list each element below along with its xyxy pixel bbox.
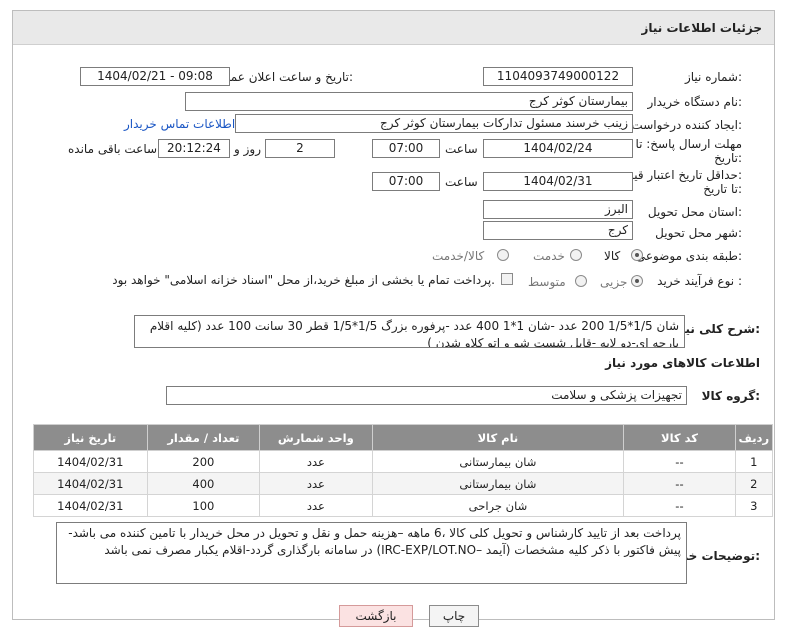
- cell-unit: عدد: [259, 494, 373, 517]
- buyer-org-field: بیمارستان کوثر کرج: [185, 92, 633, 111]
- purchase-type-option-medium: متوسط: [528, 275, 566, 289]
- table-row: 1 -- شان بیمارستانی عدد 200 1404/02/31: [33, 450, 774, 473]
- send-deadline-time-field: 07:00: [372, 139, 440, 158]
- province-field: البرز: [483, 200, 633, 219]
- days-remaining-field: 2: [265, 139, 335, 158]
- panel-title: جزئیات اطلاعات نیاز: [641, 21, 762, 35]
- treasury-note: پرداخت تمام یا بخشی از مبلغ خرید،از محل …: [112, 273, 495, 287]
- col-qty: تعداد / مقدار: [146, 424, 261, 451]
- col-unit: واحد شمارش: [259, 424, 373, 451]
- table-header-row: ردیف کد کالا نام کالا واحد شمارش تعداد /…: [33, 424, 774, 451]
- requester-label: ایجاد کننده درخواست:: [631, 118, 742, 132]
- need-number-field: 1104093749000122: [483, 67, 633, 86]
- price-validity-label-2: تا تاریخ:: [703, 182, 742, 196]
- cell-qty: 400: [146, 472, 261, 495]
- price-validity-time-label: ساعت: [445, 175, 478, 189]
- purchase-type-option-minor: جزیی: [600, 275, 628, 289]
- price-validity-date-field: 1404/02/31: [483, 172, 633, 191]
- announce-datetime-field: 1404/02/21 - 09:08: [80, 67, 230, 86]
- category-option-goods: کالا: [604, 249, 621, 263]
- cell-name: شان جراحی: [371, 494, 625, 517]
- send-deadline-label-2: تاریخ:: [714, 151, 742, 165]
- purchase-type-radio-minor[interactable]: [631, 275, 643, 287]
- cell-qty: 200: [146, 450, 261, 473]
- panel-header: جزئیات اطلاعات نیاز: [13, 11, 774, 45]
- buyer-notes-text: پرداخت بعد از تایید کارشناس و تحویل کلی …: [56, 522, 687, 584]
- time-remaining-field: 20:12:24: [158, 139, 230, 158]
- buyer-org-label: نام دستگاه خریدار:: [647, 95, 743, 109]
- table-row: 2 -- شان بیمارستانی عدد 400 1404/02/31: [33, 472, 774, 495]
- col-date: تاریخ نیاز: [33, 424, 148, 451]
- cell-code: --: [623, 450, 736, 473]
- category-option-goods-service: کالا/خدمت: [432, 249, 485, 263]
- send-deadline-time-label: ساعت: [445, 142, 478, 156]
- cell-name: شان بیمارستانی: [371, 450, 625, 473]
- purchase-type-radio-medium[interactable]: [575, 275, 587, 287]
- goods-group-label: گروه کالا:: [701, 389, 760, 403]
- goods-info-title: اطلاعات کالاهای مورد نیاز: [605, 356, 760, 370]
- cell-row: 2: [734, 472, 774, 495]
- description-text: شان 1/5*1/5 200 عدد -شان 1*1 400 عدد -پر…: [134, 315, 685, 348]
- cell-date: 1404/02/31: [33, 494, 148, 517]
- city-field: کرج: [483, 221, 633, 240]
- need-number-label: شماره نیاز:: [684, 70, 742, 84]
- city-label: شهر محل تحویل:: [655, 226, 742, 240]
- price-validity-time-field: 07:00: [372, 172, 440, 191]
- cell-date: 1404/02/31: [33, 450, 148, 473]
- treasury-checkbox[interactable]: [501, 273, 513, 285]
- back-button[interactable]: بازگشت: [339, 605, 413, 627]
- cell-row: 1: [734, 450, 774, 473]
- category-radio-service[interactable]: [570, 249, 582, 261]
- category-label: طبقه بندی موضوعی:: [635, 249, 742, 263]
- purchase-type-label: نوع فرآیند خرید :: [657, 274, 742, 288]
- cell-code: --: [623, 472, 736, 495]
- time-remaining-label: ساعت باقی مانده: [68, 142, 158, 156]
- cell-code: --: [623, 494, 736, 517]
- goods-group-field: تجهیزات پزشکی و سلامت: [166, 386, 687, 405]
- category-radio-goods-service[interactable]: [497, 249, 509, 261]
- province-label: استان محل تحویل:: [647, 205, 742, 219]
- cell-qty: 100: [146, 494, 261, 517]
- description-label: شرح کلی نیاز:: [674, 322, 760, 336]
- goods-table: ردیف کد کالا نام کالا واحد شمارش تعداد /…: [33, 424, 774, 517]
- col-code: کد کالا: [623, 424, 736, 451]
- requester-field: زینب خرسند مسئول تداركات بيمارستان كوثر …: [235, 114, 633, 133]
- table-row: 3 -- شان جراحی عدد 100 1404/02/31: [33, 494, 774, 517]
- col-row: ردیف: [734, 424, 774, 451]
- category-radio-goods[interactable]: [631, 249, 643, 261]
- cell-unit: عدد: [259, 472, 373, 495]
- cell-unit: عدد: [259, 450, 373, 473]
- col-name: نام کالا: [371, 424, 625, 451]
- cell-row: 3: [734, 494, 774, 517]
- send-deadline-label: مهلت ارسال پاسخ: تا: [635, 137, 742, 151]
- days-label: روز و: [234, 142, 261, 156]
- cell-date: 1404/02/31: [33, 472, 148, 495]
- price-validity-label: حداقل تاریخ اعتبار قیمت:: [615, 168, 742, 182]
- send-deadline-date-field: 1404/02/24: [483, 139, 633, 158]
- category-option-service: خدمت: [533, 249, 565, 263]
- buyer-contact-link[interactable]: اطلاعات تماس خریدار: [124, 117, 235, 131]
- cell-name: شان بیمارستانی: [371, 472, 625, 495]
- print-button[interactable]: چاپ: [429, 605, 479, 627]
